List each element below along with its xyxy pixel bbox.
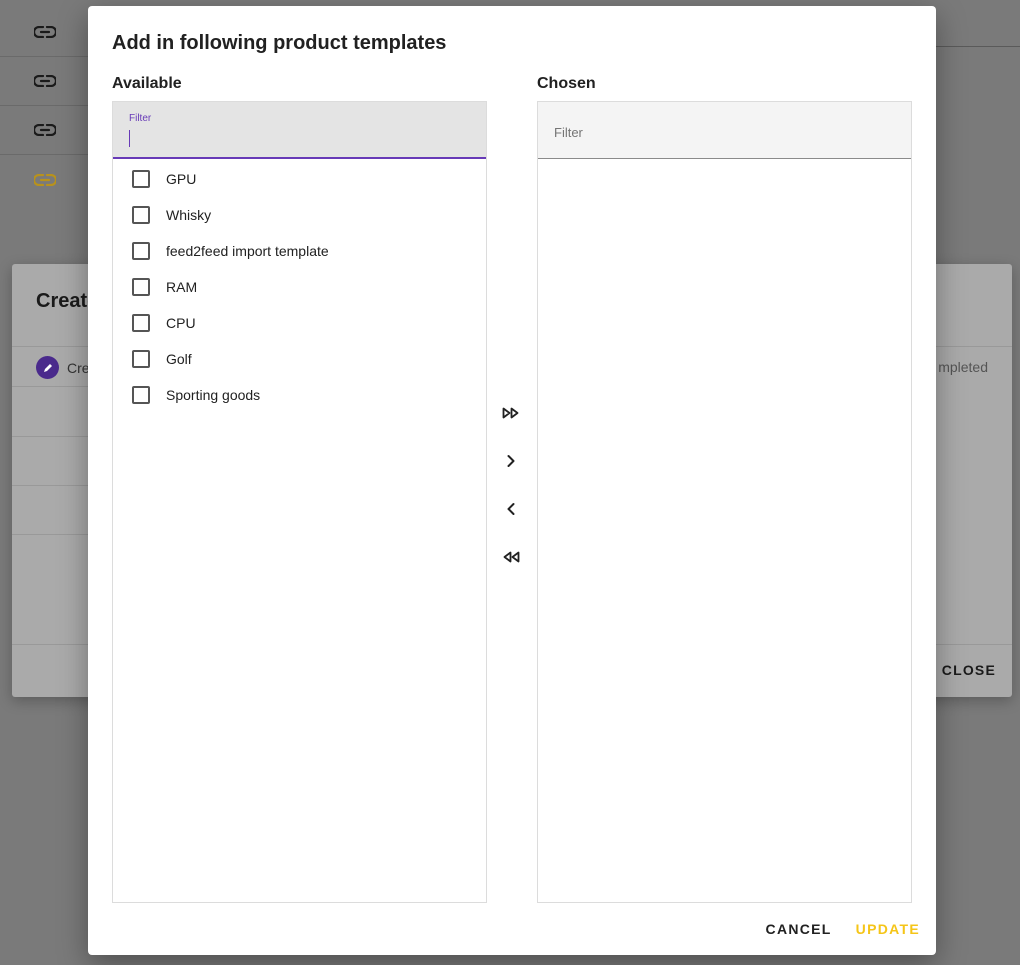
checkbox[interactable] [132,386,150,404]
chevron-left-icon [506,502,516,516]
product-templates-dialog: Add in following product templates Avail… [88,6,936,955]
list-item-label: Golf [166,351,192,367]
double-chevron-right-icon [502,407,520,419]
list-item-label: GPU [166,171,197,187]
link-icon[interactable] [34,124,56,136]
list-item-label: CPU [166,315,196,331]
checkbox[interactable] [132,170,150,188]
dialog-actions: CANCEL UPDATE [766,921,920,937]
cancel-button[interactable]: CANCEL [766,921,832,937]
list-item-label: feed2feed import template [166,243,329,259]
background-link-row[interactable] [0,106,88,155]
background-link-row[interactable] [0,8,88,57]
background-link-row[interactable] [0,57,88,106]
link-icon[interactable] [34,173,56,186]
background-divider [935,46,1020,47]
list-item[interactable]: GPU [113,161,486,197]
background-link-row[interactable] [0,155,88,204]
divider [12,386,100,387]
move-left-button[interactable] [499,497,523,521]
link-icon[interactable] [34,75,56,87]
list-item[interactable]: Whisky [113,197,486,233]
background-step: Cre [36,356,90,379]
close-button[interactable]: CLOSE [942,662,996,678]
list-item[interactable]: feed2feed import template [113,233,486,269]
chosen-panel: Filter [537,101,912,903]
available-list: GPU Whisky feed2feed import template RAM CPU… [113,159,486,413]
update-button[interactable]: UPDATE [856,921,920,937]
divider [12,534,100,535]
list-item-label: RAM [166,279,198,295]
move-all-left-button[interactable] [499,545,523,569]
background-status-text: mpleted [938,359,988,375]
available-filter-label: Filter [129,113,152,124]
list-item-label: Whisky [166,207,212,223]
checkbox[interactable] [132,278,150,296]
edit-icon [36,356,59,379]
chosen-filter-placeholder: Filter [554,125,583,140]
checkbox[interactable] [132,350,150,368]
chevron-right-icon [506,454,516,468]
chosen-list [538,159,911,161]
list-item[interactable]: RAM [113,269,486,305]
checkbox[interactable] [132,206,150,224]
double-chevron-left-icon [502,551,520,563]
list-item-label: Sporting goods [166,387,261,403]
transfer-controls [493,401,529,569]
available-filter-input[interactable] [129,128,470,148]
checkbox[interactable] [132,314,150,332]
checkbox[interactable] [132,242,150,260]
list-item[interactable]: CPU [113,305,486,341]
move-all-right-button[interactable] [499,401,523,425]
chosen-filter-field[interactable]: Filter [538,102,911,159]
divider [12,485,100,486]
background-step-label: Cre [67,359,90,376]
available-panel: Filter GPU Whisky feed2feed import templat… [112,101,487,903]
link-icon[interactable] [34,26,56,38]
list-item[interactable]: Golf [113,341,486,377]
dialog-title: Add in following product templates [112,32,447,54]
chosen-label: Chosen [537,75,596,92]
divider [12,436,100,437]
available-label: Available [112,75,182,92]
list-item[interactable]: Sporting goods [113,377,486,413]
move-right-button[interactable] [499,449,523,473]
available-filter-field[interactable]: Filter [113,102,486,159]
